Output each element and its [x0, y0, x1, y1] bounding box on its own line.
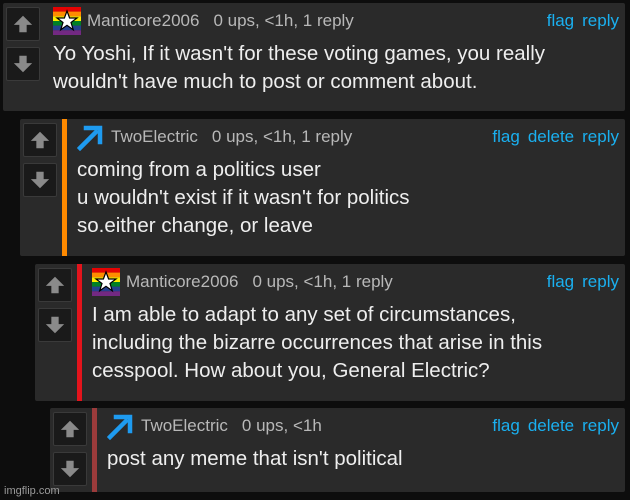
blue-arrow-icon[interactable]	[77, 123, 105, 151]
comment-body: TwoElectric 0 ups, <1h, 1 reply flag del…	[77, 119, 625, 256]
upvote-arrow-icon	[44, 274, 66, 296]
comment-text: I am able to adapt to any set of circums…	[92, 303, 543, 382]
comment-header: Manticore2006 0 ups, <1h, 1 reply flag r…	[53, 3, 625, 33]
vote-controls	[50, 408, 90, 490]
comment-header: TwoElectric 0 ups, <1h flag delete reply	[107, 408, 625, 438]
comment-actions: flag reply	[547, 11, 619, 31]
downvote-button[interactable]	[6, 47, 40, 81]
comment-actions: flag delete reply	[492, 416, 619, 436]
upvote-button[interactable]	[6, 7, 40, 41]
thread-depth-bar	[62, 119, 67, 256]
delete-link[interactable]: delete	[528, 127, 574, 147]
comment-actions: flag delete reply	[492, 127, 619, 147]
comment-2: TwoElectric 0 ups, <1h, 1 reply flag del…	[20, 119, 625, 256]
comment-body: Manticore2006 0 ups, <1h, 1 reply flag r…	[92, 264, 625, 401]
comment-header: Manticore2006 0 ups, <1h, 1 reply flag r…	[92, 264, 625, 294]
reply-link[interactable]: reply	[582, 416, 619, 436]
upvote-button[interactable]	[38, 268, 72, 302]
downvote-arrow-icon	[59, 458, 81, 480]
username[interactable]: Manticore2006	[87, 11, 199, 31]
comment-1: Manticore2006 0 ups, <1h, 1 reply flag r…	[3, 3, 625, 111]
vote-controls	[3, 3, 43, 85]
imgflip-watermark: imgflip.com	[4, 485, 60, 497]
downvote-button[interactable]	[53, 452, 87, 486]
upvote-arrow-icon	[12, 13, 34, 35]
username[interactable]: TwoElectric	[111, 127, 198, 147]
upvote-arrow-icon	[59, 418, 81, 440]
username[interactable]: Manticore2006	[126, 272, 238, 292]
upvote-arrow-icon	[29, 129, 51, 151]
comment-header: TwoElectric 0 ups, <1h, 1 reply flag del…	[77, 119, 625, 149]
comment-meta: 0 ups, <1h, 1 reply	[213, 11, 354, 30]
comment-meta: 0 ups, <1h, 1 reply	[211, 127, 353, 146]
upvote-button[interactable]	[23, 123, 57, 157]
blue-arrow-icon[interactable]	[107, 412, 135, 440]
downvote-arrow-icon	[12, 53, 34, 75]
comment-text: post any meme that isn't political	[107, 447, 403, 470]
comment-meta: 0 ups, <1h	[241, 416, 322, 435]
upvote-button[interactable]	[53, 412, 87, 446]
downvote-arrow-icon	[29, 169, 51, 191]
flag-link[interactable]: flag	[492, 127, 519, 147]
comment-4: TwoElectric 0 ups, <1h flag delete reply…	[50, 408, 625, 492]
reply-link[interactable]: reply	[582, 11, 619, 31]
comment-meta: 0 ups, <1h, 1 reply	[252, 272, 393, 291]
downvote-button[interactable]	[38, 308, 72, 342]
thread-depth-bar	[77, 264, 82, 401]
downvote-button[interactable]	[23, 163, 57, 197]
comment-text: Yo Yoshi, If it wasn't for these voting …	[53, 42, 546, 93]
vote-controls	[35, 264, 75, 346]
comment-3: Manticore2006 0 ups, <1h, 1 reply flag r…	[35, 264, 625, 401]
comment-body: TwoElectric 0 ups, <1h flag delete reply…	[107, 408, 625, 492]
reply-link[interactable]: reply	[582, 127, 619, 147]
downvote-arrow-icon	[44, 314, 66, 336]
flag-link[interactable]: flag	[547, 272, 574, 292]
comment-text: coming from a politics user u wouldn't e…	[77, 158, 410, 237]
rainbow-star-icon[interactable]	[92, 268, 120, 296]
vote-controls	[20, 119, 60, 201]
delete-link[interactable]: delete	[528, 416, 574, 436]
flag-link[interactable]: flag	[547, 11, 574, 31]
username[interactable]: TwoElectric	[141, 416, 228, 436]
flag-link[interactable]: flag	[492, 416, 519, 436]
comment-body: Manticore2006 0 ups, <1h, 1 reply flag r…	[53, 3, 625, 111]
reply-link[interactable]: reply	[582, 272, 619, 292]
thread-depth-bar	[92, 408, 97, 492]
comment-actions: flag reply	[547, 272, 619, 292]
rainbow-star-icon[interactable]	[53, 7, 81, 35]
